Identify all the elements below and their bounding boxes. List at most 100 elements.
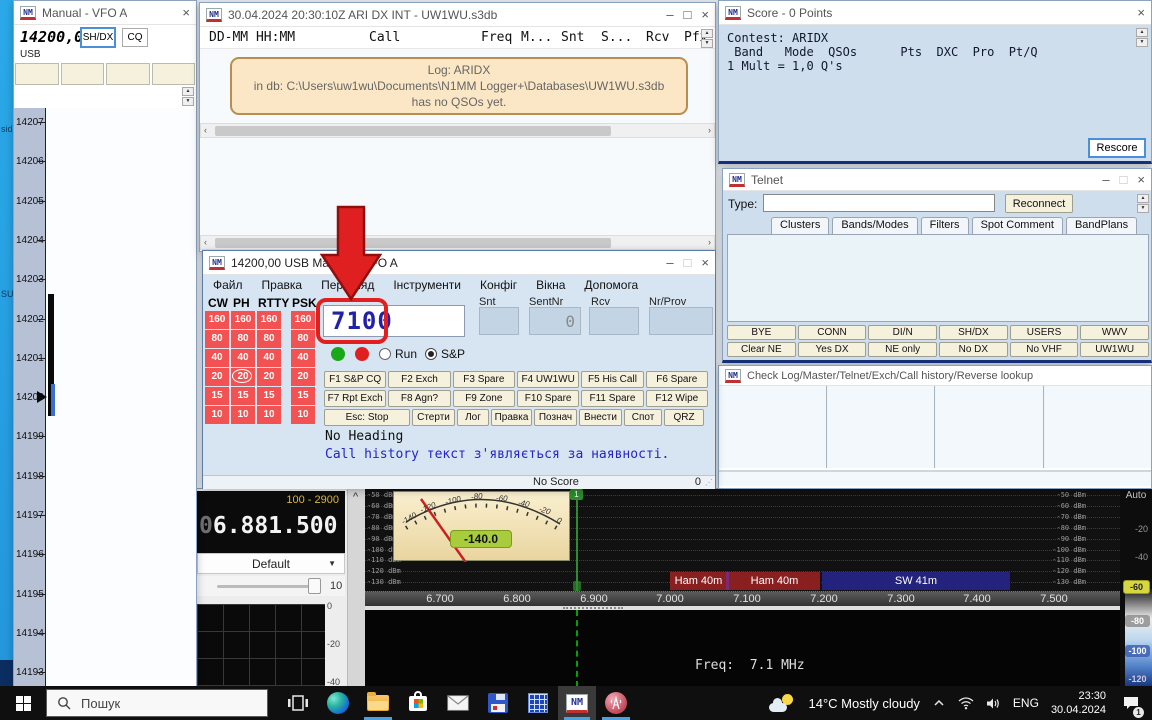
sent-field[interactable]	[479, 307, 519, 335]
edge-button[interactable]	[318, 686, 358, 720]
wifi-icon[interactable]	[958, 697, 974, 710]
gradient-label[interactable]: -80	[1125, 615, 1150, 627]
start-button[interactable]	[0, 686, 46, 720]
telnet-titlebar[interactable]: NM Telnet – □ ×	[723, 169, 1151, 191]
entry-button-правка[interactable]: Правка	[491, 409, 532, 426]
fkey-button-f11spare[interactable]: F11 Spare	[581, 390, 643, 407]
log-column-header[interactable]: Freq	[481, 30, 512, 45]
fkey-button-f1spcq[interactable]: F1 S&P CQ	[324, 371, 386, 388]
clock[interactable]: 23:30 30.04.2024	[1051, 689, 1106, 718]
scroll-left-icon[interactable]: ‹	[204, 125, 207, 135]
sdr-frequency-scale[interactable]: 6.7006.8006.9007.0007.1007.2007.3007.400…	[365, 591, 1120, 606]
memory-box[interactable]	[15, 63, 59, 85]
hidden-icons-chevron-icon[interactable]	[932, 698, 946, 708]
telnet-button-wwv[interactable]: WWV	[1080, 325, 1149, 340]
band-button-ph-15[interactable]: 15	[231, 387, 255, 405]
fkey-button-f12wipe[interactable]: F12 Wipe	[646, 390, 708, 407]
fkey-button-f2exch[interactable]: F2 Exch	[388, 371, 450, 388]
close-icon[interactable]: ×	[701, 255, 709, 270]
close-icon[interactable]: ×	[1137, 172, 1145, 187]
sp-radio[interactable]: S&P	[425, 347, 465, 361]
mail-button[interactable]	[438, 686, 478, 720]
bandmap-frequency-label[interactable]: 14199	[16, 431, 36, 442]
band-button-ph-40[interactable]: 40	[231, 349, 255, 367]
band-button-ph-20[interactable]: 20	[231, 368, 255, 386]
maximize-icon[interactable]: □	[1120, 172, 1128, 187]
memory-box[interactable]	[152, 63, 196, 85]
telnet-output[interactable]	[727, 234, 1149, 322]
band-button-rtty-40[interactable]: 40	[257, 349, 281, 367]
menu-item[interactable]: Інструменти	[393, 278, 461, 292]
sdr-spectrum[interactable]: -50 dBm-50 dBm-60 dBm-60 dBm-70 dBm-70 d…	[365, 489, 1120, 591]
menu-item[interactable]: Файл	[213, 278, 243, 292]
log-column-header[interactable]: S...	[601, 30, 632, 45]
bandmap-frequency-label[interactable]: 14195	[16, 589, 36, 600]
band-button-rtty-10[interactable]: 10	[257, 406, 281, 424]
nrprov-field[interactable]	[649, 307, 713, 335]
scroll-thumb[interactable]	[215, 126, 611, 136]
bandmap-frequency-label[interactable]: 14201	[16, 353, 36, 364]
band-button-cw-80[interactable]: 80	[205, 330, 229, 348]
slider-track[interactable]	[217, 585, 312, 588]
fkey-button-f5hiscall[interactable]: F5 His Call	[581, 371, 643, 388]
sdr-panel-strip[interactable]: ^	[347, 489, 365, 687]
check-pane[interactable]	[828, 386, 936, 468]
menu-item[interactable]: Правка	[262, 278, 303, 292]
telnet-button-nodx[interactable]: No DX	[939, 342, 1008, 357]
check-pane[interactable]	[1045, 386, 1152, 468]
band-button-cw-40[interactable]: 40	[205, 349, 229, 367]
memory-box[interactable]	[106, 63, 150, 85]
resize-grip-icon[interactable]: ⋰	[705, 478, 713, 487]
fkey-button-f7rptexch[interactable]: F7 Rpt Exch	[324, 390, 386, 407]
telnet-tab-filters[interactable]: Filters	[921, 217, 969, 234]
close-icon[interactable]: ×	[182, 5, 190, 20]
band-button-ph-160[interactable]: 160	[231, 311, 255, 329]
band-button-ph-80[interactable]: 80	[231, 330, 255, 348]
search-box[interactable]: Пошук	[46, 689, 268, 717]
minimize-icon[interactable]: –	[666, 7, 673, 22]
telnet-button-bye[interactable]: BYE	[727, 325, 796, 340]
telnet-button-yesdx[interactable]: Yes DX	[798, 342, 867, 357]
band-button-cw-15[interactable]: 15	[205, 387, 229, 405]
memory-box[interactable]	[61, 63, 105, 85]
volume-icon[interactable]	[986, 697, 1001, 710]
maximize-icon[interactable]: □	[684, 255, 692, 270]
fkey-button-f3spare[interactable]: F3 Spare	[453, 371, 515, 388]
grid-app-button[interactable]	[518, 686, 558, 720]
telnet-button-neonly[interactable]: NE only	[868, 342, 937, 357]
minimize-icon[interactable]: –	[666, 255, 673, 270]
telnet-tab-bandplans[interactable]: BandPlans	[1066, 217, 1137, 234]
scroll-left-icon[interactable]: ‹	[204, 237, 207, 247]
log-titlebar[interactable]: NM 30.04.2024 20:30:10Z ARI DX INT - UW1…	[200, 3, 715, 27]
band-button-ph-10[interactable]: 10	[231, 406, 255, 424]
bandmap-frequency-label[interactable]: 14197	[16, 510, 36, 521]
radio-icon[interactable]	[379, 348, 391, 360]
reconnect-button[interactable]: Reconnect	[1005, 194, 1073, 213]
menu-item[interactable]: Вікна	[536, 278, 565, 292]
file-explorer-button[interactable]	[358, 686, 398, 720]
telnet-spinner[interactable]: ▲▼	[1137, 194, 1149, 213]
entry-button-escstop[interactable]: Esc: Stop	[324, 409, 410, 426]
scroll-right-icon[interactable]: ›	[708, 237, 711, 247]
telnet-button-conn[interactable]: CONN	[798, 325, 867, 340]
close-icon[interactable]: ×	[701, 7, 709, 22]
telnet-button-clearne[interactable]: Clear NE	[727, 342, 796, 357]
rescore-button[interactable]: Rescore	[1088, 138, 1146, 158]
sentnr-field[interactable]: 0	[529, 307, 581, 335]
score-titlebar[interactable]: NM Score - 0 Points ×	[719, 1, 1151, 25]
radio-selected-icon[interactable]	[425, 348, 437, 360]
telnet-button-users[interactable]: USERS	[1010, 325, 1079, 340]
action-center-button[interactable]: 1	[1118, 686, 1144, 720]
band-button-rtty-15[interactable]: 15	[257, 387, 281, 405]
band-button-psk-40[interactable]: 40	[291, 349, 315, 367]
log-column-header[interactable]: Call	[369, 30, 400, 45]
maximize-icon[interactable]: □	[684, 7, 692, 22]
band-button-rtty-20[interactable]: 20	[257, 368, 281, 386]
check-pane[interactable]	[936, 386, 1044, 468]
log-pane2[interactable]	[200, 138, 715, 235]
scale-handle-max[interactable]: -60	[1123, 580, 1150, 594]
check-pane[interactable]	[719, 386, 827, 468]
entry-button-лог[interactable]: Лог	[457, 409, 489, 426]
band-button-cw-160[interactable]: 160	[205, 311, 229, 329]
entry-button-qrz[interactable]: QRZ	[664, 409, 704, 426]
